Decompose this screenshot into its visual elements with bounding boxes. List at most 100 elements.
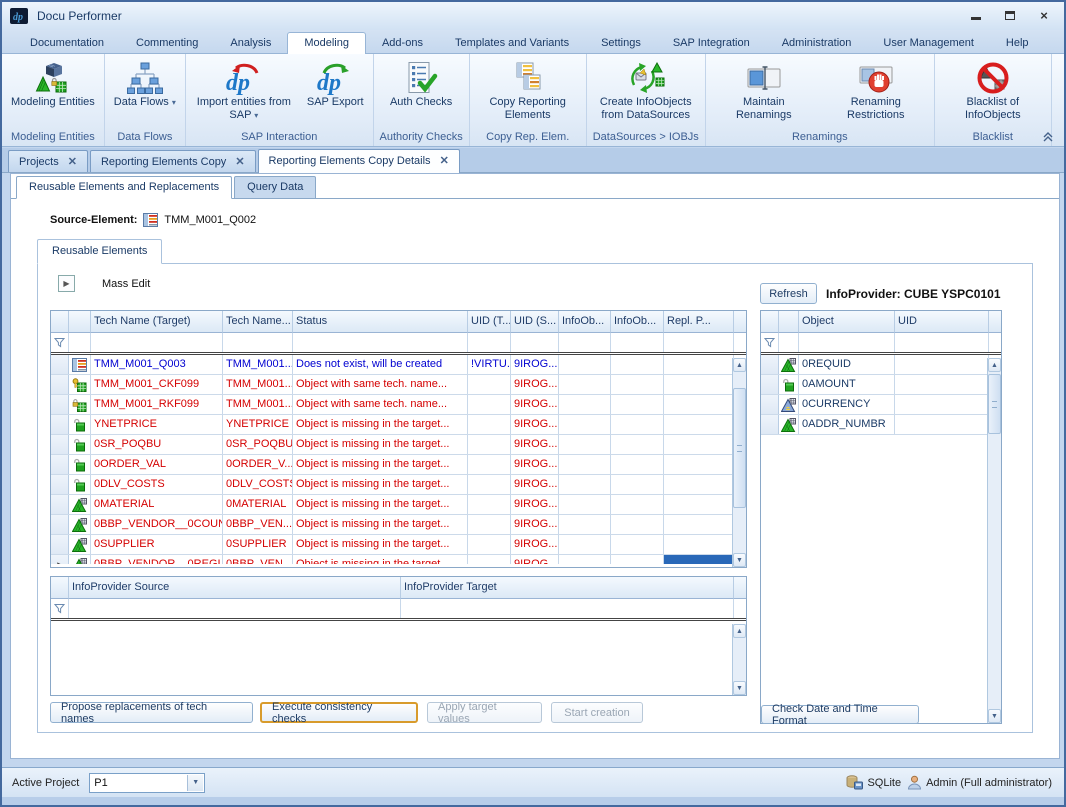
table-row[interactable]: 0CURRENCY	[761, 395, 1001, 415]
menu-tab-modeling[interactable]: Modeling	[287, 32, 366, 54]
table-row[interactable]: YNETPRICEYNETPRICEObject is missing in t…	[51, 415, 746, 435]
ribbon-button-blacklist-of-infoobjects[interactable]: Blacklist of InfoObjects	[937, 56, 1049, 124]
cell-uid_t[interactable]: !VIRTU...	[468, 355, 511, 374]
cell-tech_target[interactable]: TMM_M001_Q003	[91, 355, 223, 374]
cell-infoob1[interactable]	[559, 555, 611, 564]
menu-tab-sap-integration[interactable]: SAP Integration	[657, 33, 766, 53]
cell-tech_target[interactable]: 0SR_POQBU	[91, 435, 223, 454]
row-selector[interactable]	[51, 475, 69, 494]
cell-infoob1[interactable]	[559, 495, 611, 514]
doc-tab-reporting-elements-copy[interactable]: Reporting Elements Copy✕	[90, 150, 256, 172]
menu-tab-help[interactable]: Help	[990, 33, 1045, 53]
row-selector[interactable]	[761, 395, 779, 414]
row-selector[interactable]	[51, 535, 69, 554]
filter-cell-infoob1[interactable]	[559, 333, 611, 352]
active-project-combobox[interactable]: P1 ▼	[89, 773, 205, 793]
row-selector[interactable]	[51, 395, 69, 414]
table-row[interactable]: TMM_M001_RKF099TMM_M001...Object with sa…	[51, 395, 746, 415]
cell-uid_t[interactable]	[468, 375, 511, 394]
ribbon-button-modeling-entities[interactable]: Modeling Entities	[4, 56, 102, 111]
check-date-time-format-button[interactable]: Check Date and Time Format	[761, 705, 919, 724]
row-selector[interactable]	[761, 355, 779, 374]
cell-infoob2[interactable]	[611, 375, 664, 394]
column-header-tgt[interactable]: InfoProvider Target	[401, 577, 734, 599]
cell-status[interactable]: Object is missing in the target...	[293, 515, 468, 534]
column-header-sel[interactable]	[51, 311, 69, 333]
cell-tech_target[interactable]: 0BBP_VENDOR__0REGI...	[91, 555, 223, 564]
row-selector[interactable]	[51, 375, 69, 394]
cell-uid[interactable]	[895, 415, 989, 434]
scrollbar-thumb[interactable]	[733, 388, 746, 508]
cell-infoob2[interactable]	[611, 535, 664, 554]
row-selector[interactable]	[51, 455, 69, 474]
cell-uid_t[interactable]	[468, 435, 511, 454]
table-row[interactable]: 0ORDER_VAL0ORDER_V...Object is missing i…	[51, 455, 746, 475]
ribbon-button-create-infoobjects-from-datasources[interactable]: Create InfoObjects from DataSources	[590, 56, 702, 124]
column-header-repl[interactable]: Repl. P...	[664, 311, 734, 333]
scroll-up-button[interactable]: ▲	[733, 358, 746, 372]
cell-status[interactable]: Object with same tech. name...	[293, 375, 468, 394]
cell-repl[interactable]	[664, 515, 734, 534]
filter-cell-repl[interactable]	[664, 333, 734, 352]
column-header-icon[interactable]	[779, 311, 799, 333]
row-selector[interactable]	[51, 495, 69, 514]
cell-uid_t[interactable]	[468, 475, 511, 494]
filter-cell-sel[interactable]	[51, 599, 69, 618]
table-row[interactable]: 0AMOUNT	[761, 375, 1001, 395]
table-row[interactable]: 0DLV_COSTS0DLV_COSTSObject is missing in…	[51, 475, 746, 495]
propose-replacements-button[interactable]: Propose replacements of tech names	[50, 702, 253, 723]
cell-infoob2[interactable]	[611, 355, 664, 374]
cell-uid_s[interactable]: 9IROG...	[511, 515, 559, 534]
ribbon-button-sap-export[interactable]: dpSAP Export	[300, 56, 371, 111]
filter-cell-status[interactable]	[293, 333, 468, 352]
cell-repl[interactable]	[664, 415, 734, 434]
table-row[interactable]: TMM_M001_CKF099TMM_M001...Object with sa…	[51, 375, 746, 395]
close-tab-icon[interactable]: ✕	[440, 154, 449, 167]
refresh-button[interactable]: Refresh	[760, 283, 817, 304]
column-header-uid_t[interactable]: UID (T...	[468, 311, 511, 333]
menu-tab-analysis[interactable]: Analysis	[214, 33, 287, 53]
scroll-down-button[interactable]: ▼	[733, 553, 746, 567]
cell-tech_name[interactable]: TMM_M001...	[223, 375, 293, 394]
cell-uid_s[interactable]: 9IROG...	[511, 355, 559, 374]
menu-tab-templates-and-variants[interactable]: Templates and Variants	[439, 33, 585, 53]
ribbon-button-maintain-renamings[interactable]: Maintain Renamings	[708, 56, 820, 124]
cell-infoob1[interactable]	[559, 535, 611, 554]
filter-cell-uid_s[interactable]	[511, 333, 559, 352]
cell-infoob2[interactable]	[611, 495, 664, 514]
ribbon-button-auth-checks[interactable]: Auth Checks	[383, 56, 459, 111]
sub-tab-query-data[interactable]: Query Data	[234, 176, 316, 199]
cell-object[interactable]: 0ADDR_NUMBR	[799, 415, 895, 434]
cell-infoob1[interactable]	[559, 415, 611, 434]
row-selector[interactable]	[51, 435, 69, 454]
cell-infoob2[interactable]	[611, 435, 664, 454]
filter-cell-infoob2[interactable]	[611, 333, 664, 352]
column-header-sel[interactable]	[761, 311, 779, 333]
cell-uid_t[interactable]	[468, 555, 511, 564]
cell-uid_t[interactable]	[468, 455, 511, 474]
menu-tab-settings[interactable]: Settings	[585, 33, 657, 53]
cell-status[interactable]: Object is missing in the target...	[293, 495, 468, 514]
cell-status[interactable]: Object is missing in the target...	[293, 415, 468, 434]
column-header-infoob2[interactable]: InfoOb...	[611, 311, 664, 333]
column-header-sel[interactable]	[51, 577, 69, 599]
menu-tab-commenting[interactable]: Commenting	[120, 33, 214, 53]
cell-uid[interactable]	[895, 375, 989, 394]
cell-status[interactable]: Object is missing in the target...	[293, 535, 468, 554]
cell-uid_s[interactable]: 9IROG...	[511, 495, 559, 514]
table-row[interactable]: 0SUPPLIER0SUPPLIERObject is missing in t…	[51, 535, 746, 555]
cell-repl[interactable]	[664, 395, 734, 414]
table-row[interactable]: 0MATERIAL0MATERIALObject is missing in t…	[51, 495, 746, 515]
cell-tech_name[interactable]: 0BBP_VEN...	[223, 515, 293, 534]
scroll-up-button[interactable]: ▲	[988, 358, 1001, 372]
cell-tech_target[interactable]: 0MATERIAL	[91, 495, 223, 514]
ribbon-button-copy-reporting-elements[interactable]: Copy Reporting Elements	[472, 56, 584, 124]
maximize-button[interactable]	[1000, 6, 1020, 24]
doc-tab-projects[interactable]: Projects✕	[8, 150, 88, 172]
cell-uid_s[interactable]: 9IROG...	[511, 375, 559, 394]
cell-infoob1[interactable]	[559, 375, 611, 394]
row-selector[interactable]	[51, 355, 69, 374]
table-row[interactable]: 0BBP_VENDOR__0COUN0BBP_VEN...Object is m…	[51, 515, 746, 535]
column-header-tech_name[interactable]: Tech Name...	[223, 311, 293, 333]
cell-tech_name[interactable]: 0SUPPLIER	[223, 535, 293, 554]
